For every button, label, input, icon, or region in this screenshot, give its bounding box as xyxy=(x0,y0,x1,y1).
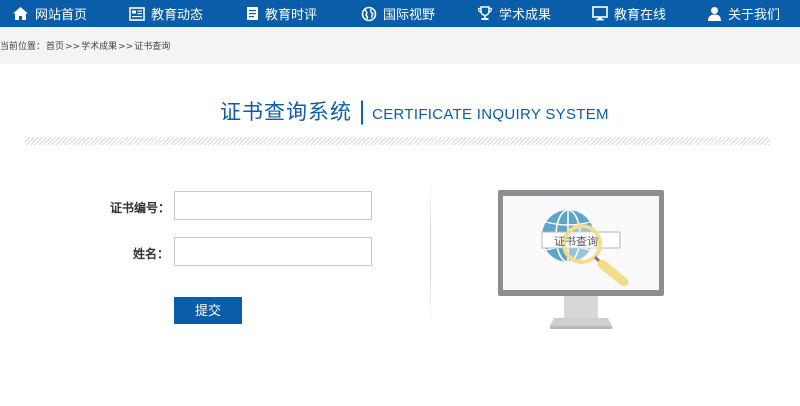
breadcrumb-separator: >> xyxy=(65,42,81,52)
hatched-divider xyxy=(25,137,770,145)
nav-item-online[interactable]: 教育在线 xyxy=(592,0,666,27)
nav-item-label: 关于我们 xyxy=(728,8,781,23)
breadcrumb-prefix: 当前位置： xyxy=(0,42,46,52)
nav-item-academic[interactable]: 学术成果 xyxy=(477,0,551,27)
name-input[interactable] xyxy=(174,237,372,266)
breadcrumb-academic-link[interactable]: 学术成果 xyxy=(81,42,117,52)
breadcrumb-separator: >> xyxy=(118,42,134,52)
home-icon xyxy=(12,6,29,21)
nav-item-label: 教育动态 xyxy=(151,8,204,23)
cert-number-input[interactable] xyxy=(174,191,372,220)
nav-item-label: 学术成果 xyxy=(499,8,552,23)
nav-item-about[interactable]: 关于我们 xyxy=(707,0,780,27)
breadcrumb-current: 证书查询 xyxy=(134,42,171,52)
cert-number-label: 证书编号： xyxy=(110,201,171,215)
nav-item-international[interactable]: 国际视野 xyxy=(361,0,435,27)
breadcrumb-bar: 当前位置：首页>>学术成果>>证书查询 xyxy=(0,27,800,64)
submit-button[interactable]: 提交 xyxy=(174,297,242,324)
monitor-icon xyxy=(592,6,608,21)
trophy-icon xyxy=(477,6,493,21)
page-title: 证书查询系统 | CERTIFICATE INQUIRY SYSTEM xyxy=(220,96,609,126)
name-label: 姓名： xyxy=(133,247,170,261)
top-navigation-bar: 网站首页 教育动态 教育时评 国际视野 学术成果 教育在线 关于我们 xyxy=(0,0,800,27)
page-title-en: CERTIFICATE INQUIRY SYSTEM xyxy=(372,106,609,123)
vertical-divider xyxy=(430,182,431,322)
news-icon xyxy=(129,6,145,21)
title-separator: | xyxy=(358,97,367,125)
page-title-cn: 证书查询系统 xyxy=(220,100,352,124)
breadcrumb-home-link[interactable]: 首页 xyxy=(46,42,64,52)
nav-item-news[interactable]: 教育动态 xyxy=(129,0,203,27)
nav-item-label: 教育在线 xyxy=(614,8,667,23)
globe-icon xyxy=(361,6,377,22)
certificate-search-illustration: 证书查询 xyxy=(498,190,664,342)
nav-item-home[interactable]: 网站首页 xyxy=(12,0,87,27)
nav-item-label: 国际视野 xyxy=(383,8,436,23)
nav-item-label: 教育时评 xyxy=(265,8,318,23)
illustration-search-text: 证书查询 xyxy=(554,235,598,248)
nav-item-label: 网站首页 xyxy=(35,8,88,23)
user-icon xyxy=(707,6,722,21)
nav-item-commentary[interactable]: 教育时评 xyxy=(246,0,317,27)
breadcrumb: 当前位置：首页>>学术成果>>证书查询 xyxy=(0,39,171,52)
document-icon xyxy=(246,6,259,21)
